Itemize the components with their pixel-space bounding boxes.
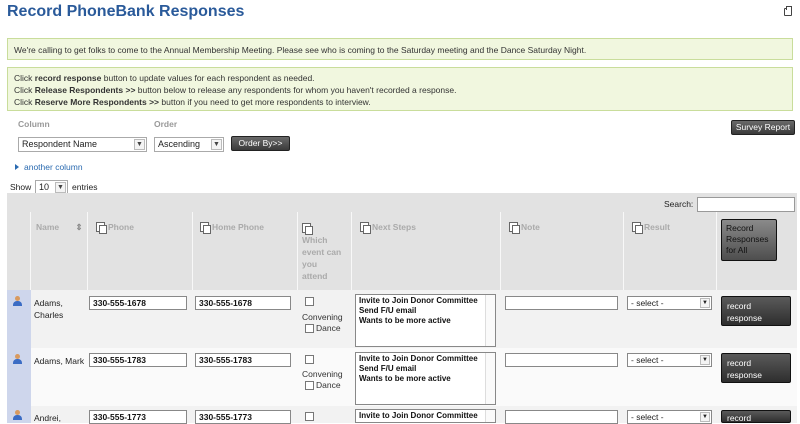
chevron-down-icon: ▼ [700, 355, 710, 365]
info-banner: We're calling to get folks to come to th… [7, 38, 793, 60]
column-select[interactable]: Respondent Name ▼ [18, 137, 147, 152]
instruction-line-2: Click Release Respondents >> button belo… [14, 85, 457, 95]
survey-report-button[interactable]: Survey Report [731, 120, 795, 135]
result-select[interactable]: - select - ▼ [627, 296, 712, 310]
copy-icon[interactable] [96, 222, 107, 234]
record-response-button[interactable]: record [721, 410, 791, 423]
dance-label: Dance [316, 380, 341, 390]
header-note: Note [509, 222, 540, 234]
record-all-button[interactable]: Record Responses for All [721, 219, 777, 261]
record-response-button[interactable]: record response [721, 353, 791, 383]
note-input[interactable] [505, 353, 618, 367]
header-next-steps: Next Steps [360, 222, 416, 234]
convening-checkbox[interactable] [305, 412, 314, 421]
note-input[interactable] [505, 296, 618, 310]
dance-checkbox[interactable] [305, 381, 314, 390]
chevron-down-icon: ▼ [700, 298, 710, 308]
chevron-down-icon: ▼ [211, 139, 222, 150]
order-by-button[interactable]: Order By>> [231, 136, 290, 151]
instruction-line-1: Click record response button to update v… [14, 73, 315, 83]
respondent-name: Adams, Mark [34, 356, 85, 366]
header-name[interactable]: Name ⇕ [36, 222, 83, 233]
next-steps-textarea[interactable]: Invite to Join Donor Committee [355, 409, 496, 423]
record-response-button[interactable]: record response [721, 296, 791, 326]
person-icon [13, 296, 22, 306]
chevron-down-icon: ▼ [700, 412, 710, 422]
header-event: Which event can you attend [302, 222, 342, 282]
home-phone-input[interactable]: 330-555-1783 [195, 353, 291, 367]
convening-label: Convening [302, 312, 343, 322]
convening-checkbox[interactable] [305, 355, 314, 364]
chevron-down-icon: ▼ [134, 139, 145, 150]
home-phone-input[interactable]: 330-555-1773 [195, 410, 291, 424]
order-select[interactable]: Ascending ▼ [154, 137, 224, 152]
search-label: Search: [664, 199, 694, 209]
page-title: Record PhoneBank Responses [7, 3, 245, 20]
home-phone-input[interactable]: 330-555-1678 [195, 296, 291, 310]
sort-icon[interactable]: ⇕ [76, 222, 83, 232]
convening-label: Convening [302, 369, 343, 379]
result-select[interactable]: - select - ▼ [627, 410, 712, 424]
copy-icon[interactable] [509, 222, 520, 234]
note-input[interactable] [505, 410, 618, 424]
person-icon [13, 354, 22, 364]
show-label: Show [10, 182, 32, 192]
copy-icon[interactable] [632, 222, 643, 234]
next-steps-textarea[interactable]: Invite to Join Donor Committee Send F/U … [355, 352, 496, 405]
respondent-name: Adams, Charles [34, 298, 64, 320]
next-steps-textarea[interactable]: Invite to Join Donor Committee Send F/U … [355, 294, 496, 347]
chevron-down-icon: ▼ [55, 182, 66, 193]
person-icon [13, 410, 22, 420]
search-input[interactable] [697, 197, 795, 212]
order-label: Order [154, 119, 178, 129]
header-phone: Phone [96, 222, 134, 234]
another-column-link[interactable]: another column [24, 162, 83, 172]
expand-arrow-icon[interactable] [15, 164, 19, 170]
print-icon[interactable] [784, 6, 792, 16]
phone-input[interactable]: 330-555-1783 [89, 353, 187, 367]
header-home-phone: Home Phone [200, 222, 264, 234]
copy-icon[interactable] [360, 222, 371, 234]
convening-checkbox[interactable] [305, 297, 314, 306]
header-result: Result [632, 222, 670, 234]
copy-icon[interactable] [200, 222, 211, 234]
instructions-box: Click record response button to update v… [7, 67, 793, 111]
phone-input[interactable]: 330-555-1678 [89, 296, 187, 310]
instruction-line-3: Click Reserve More Respondents >> button… [14, 97, 371, 107]
dance-label: Dance [316, 323, 341, 333]
dance-checkbox[interactable] [305, 324, 314, 333]
respondent-name: Andrei, [34, 413, 61, 423]
column-label: Column [18, 119, 50, 129]
copy-icon[interactable] [302, 223, 313, 235]
result-select[interactable]: - select - ▼ [627, 353, 712, 367]
phone-input[interactable]: 330-555-1773 [89, 410, 187, 424]
entries-label: entries [72, 182, 98, 192]
